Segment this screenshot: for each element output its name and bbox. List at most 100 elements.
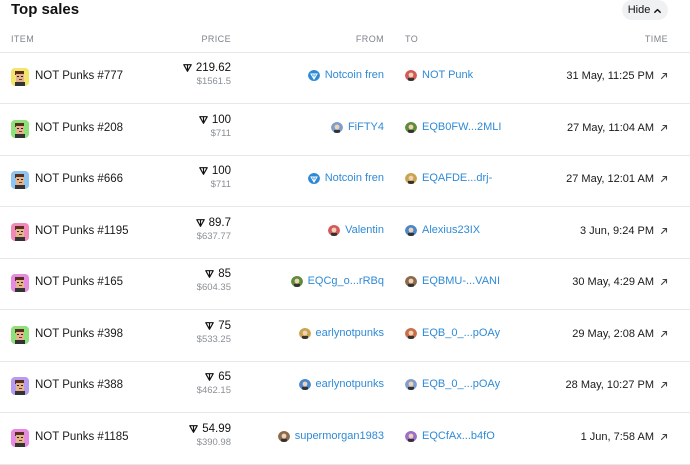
external-link-arrow-icon[interactable]	[660, 175, 668, 183]
time-cell[interactable]: 31 May, 11:25 PM	[566, 70, 668, 82]
to-cell[interactable]: EQB0FW...2MLI	[405, 121, 501, 133]
avatar-icon	[290, 275, 303, 287]
time-cell[interactable]: 29 May, 2:08 AM	[572, 328, 668, 340]
avatar-icon	[330, 121, 343, 133]
from-cell[interactable]: FiFTY4	[330, 121, 384, 133]
external-link-arrow-icon[interactable]	[660, 381, 668, 389]
external-link-arrow-icon[interactable]	[660, 330, 668, 338]
from-link[interactable]: earlynotpunks	[316, 378, 385, 390]
price-ton-value: 85	[218, 268, 231, 280]
time-cell[interactable]: 30 May, 4:29 AM	[572, 276, 668, 288]
column-header-to: TO	[405, 34, 419, 44]
table-row[interactable]: NOT Punks #398 75 $533.25 earlynotpunks …	[0, 310, 690, 362]
price-cell: 89.7 $637.77	[195, 217, 231, 242]
external-link-arrow-icon[interactable]	[660, 433, 668, 441]
from-cell[interactable]: EQCg_o...rRBq	[290, 275, 384, 287]
sale-time: 31 May, 11:25 PM	[566, 70, 654, 82]
to-cell[interactable]: EQBMU-...VANI	[405, 275, 500, 287]
table-row[interactable]: NOT Punks #1185 54.99 $390.98 supermorga…	[0, 413, 690, 465]
price-usd-value: $533.25	[196, 333, 231, 345]
from-cell[interactable]: Notcoin fren	[307, 69, 384, 81]
avatar-icon	[405, 275, 417, 287]
external-link-arrow-icon[interactable]	[660, 278, 668, 286]
table-row[interactable]: NOT Punks #1195 89.7 $637.77 Valentin Al…	[0, 207, 690, 259]
nft-thumbnail	[11, 325, 29, 344]
section-title: Top sales	[11, 1, 80, 18]
hide-button[interactable]: Hide	[622, 0, 668, 20]
ton-icon	[183, 64, 192, 72]
item-name[interactable]: NOT Punks #388	[35, 379, 123, 391]
avatar-icon	[277, 430, 290, 442]
time-cell[interactable]: 27 May, 12:01 AM	[566, 173, 668, 185]
price-usd-value: $711	[210, 127, 231, 139]
sale-time: 27 May, 11:04 AM	[566, 121, 654, 134]
from-cell[interactable]: Notcoin fren	[307, 172, 384, 184]
from-link[interactable]: Notcoin fren	[325, 172, 384, 184]
from-cell[interactable]: earlynotpunks	[298, 378, 385, 390]
external-link-arrow-icon[interactable]	[660, 227, 668, 235]
time-cell[interactable]: 3 Jun, 9:24 PM	[580, 225, 668, 237]
time-cell[interactable]: 1 Jun, 7:58 AM	[581, 431, 668, 443]
to-link[interactable]: EQB0FW...2MLI	[422, 121, 501, 133]
from-link[interactable]: FiFTY4	[348, 121, 384, 133]
to-cell[interactable]: EQB_0_...pOAy	[405, 327, 500, 339]
to-link[interactable]: EQB_0_...pOAy	[422, 327, 500, 339]
to-cell[interactable]: EQAFDE...drj-	[405, 172, 492, 184]
item-name[interactable]: NOT Punks #165	[35, 276, 123, 288]
sale-time: 1 Jun, 7:58 AM	[580, 430, 654, 443]
item-name[interactable]: NOT Punks #398	[35, 328, 123, 340]
ton-icon	[205, 373, 215, 381]
from-link[interactable]: earlynotpunks	[316, 327, 385, 339]
external-link-arrow-icon[interactable]	[660, 72, 668, 80]
to-link[interactable]: EQB_0_...pOAy	[422, 378, 500, 390]
ton-icon	[205, 321, 215, 330]
price-ton-value: 100	[211, 165, 231, 177]
to-link[interactable]: NOT Punk	[422, 69, 473, 81]
item-name[interactable]: NOT Punks #1185	[35, 431, 129, 443]
price-ton-value: 65	[218, 371, 231, 383]
table-row[interactable]: NOT Punks #666 100 $711 Notcoin fren EQA…	[0, 155, 690, 207]
from-cell[interactable]: Valentin	[328, 224, 384, 236]
to-cell[interactable]: Alexius23IX	[405, 224, 480, 236]
nft-thumbnail	[11, 222, 29, 241]
column-header-time: TIME	[644, 34, 668, 44]
from-link[interactable]: supermorgan1983	[295, 430, 384, 442]
time-cell[interactable]: 27 May, 11:04 AM	[567, 122, 668, 134]
price-cell: 65 $462.15	[197, 371, 231, 396]
to-link[interactable]: EQCfAx...b4fO	[422, 430, 495, 442]
to-cell[interactable]: NOT Punk	[405, 69, 473, 81]
ton-icon	[205, 270, 215, 278]
from-cell[interactable]: supermorgan1983	[277, 430, 384, 442]
table-row[interactable]: NOT Punks #165 85 $604.35 EQCg_o...rRBq …	[0, 258, 690, 310]
to-cell[interactable]: EQCfAx...b4fO	[405, 430, 495, 442]
avatar-icon	[298, 327, 311, 339]
item-name[interactable]: NOT Punks #777	[35, 70, 123, 82]
nft-thumbnail	[11, 274, 29, 292]
nft-thumbnail	[11, 119, 29, 138]
time-cell[interactable]: 28 May, 10:27 PM	[566, 379, 668, 391]
table-row[interactable]: NOT Punks #777 219.62 $1561.5 Notcoin fr…	[0, 52, 690, 104]
item-name[interactable]: NOT Punks #666	[35, 173, 123, 185]
table-row[interactable]: NOT Punks #208 100 $711 FiFTY4 EQB0FW...…	[0, 104, 690, 156]
nft-thumbnail	[11, 377, 29, 395]
price-usd-value: $604.35	[196, 282, 231, 293]
to-link[interactable]: Alexius23IX	[422, 224, 480, 236]
from-cell[interactable]: earlynotpunks	[298, 327, 385, 339]
price-cell: 100 $711	[199, 165, 231, 190]
avatar-icon	[405, 378, 417, 390]
chevron-up-icon	[654, 8, 662, 13]
avatar-icon	[405, 430, 417, 442]
to-link[interactable]: EQBMU-...VANI	[422, 275, 500, 287]
external-link-arrow-icon[interactable]	[660, 124, 668, 132]
to-link[interactable]: EQAFDE...drj-	[422, 172, 492, 184]
price-usd-value: $462.15	[196, 385, 231, 396]
punk-avatar-icon	[405, 69, 417, 81]
item-name[interactable]: NOT Punks #1195	[35, 225, 129, 237]
table-row[interactable]: NOT Punks #388 65 $462.15 earlynotpunks …	[0, 361, 690, 413]
sale-time: 29 May, 2:08 AM	[572, 327, 654, 340]
item-name[interactable]: NOT Punks #208	[35, 122, 123, 134]
to-cell[interactable]: EQB_0_...pOAy	[405, 378, 500, 390]
from-link[interactable]: Notcoin fren	[325, 69, 384, 81]
from-link[interactable]: Valentin	[345, 224, 384, 236]
from-link[interactable]: EQCg_o...rRBq	[308, 275, 384, 287]
